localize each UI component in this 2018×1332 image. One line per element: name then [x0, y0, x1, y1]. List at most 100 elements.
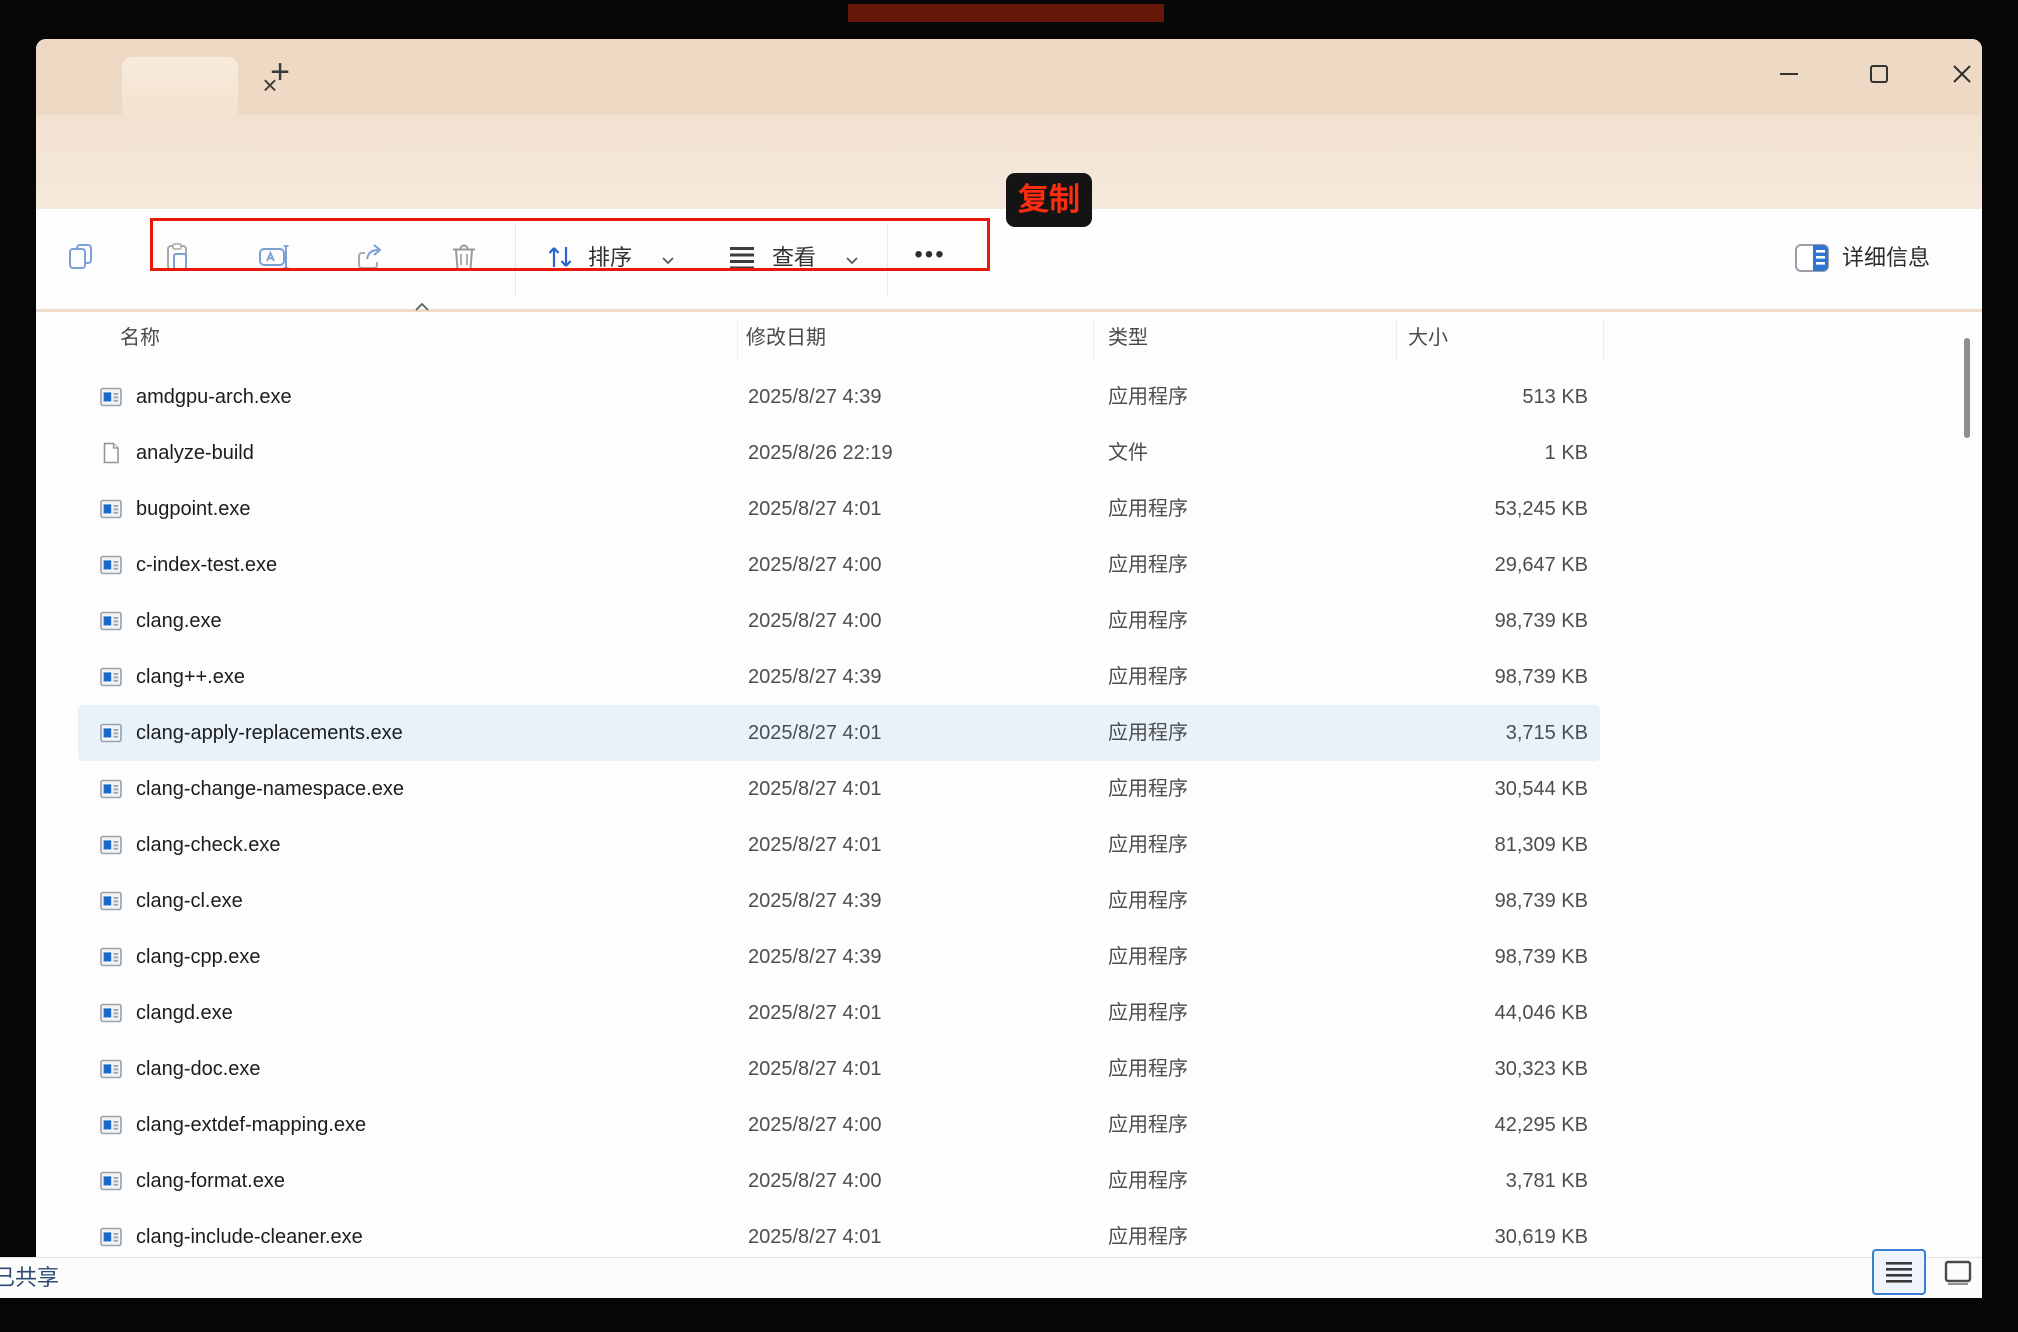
file-date-modified: 2025/8/27 4:39: [748, 649, 881, 705]
close-button[interactable]: [1930, 39, 1982, 109]
file-date-modified: 2025/8/27 4:39: [748, 369, 881, 425]
file-row[interactable]: clang-cpp.exe 2025/8/27 4:39 应用程序 98,739…: [78, 929, 1600, 985]
minimize-button[interactable]: [1757, 39, 1821, 109]
details-view-toggle[interactable]: [1872, 1249, 1926, 1295]
trash-icon: [450, 242, 478, 272]
column-header-type[interactable]: 类型: [1108, 316, 1148, 360]
file-icon: [100, 834, 122, 856]
paste-icon: [163, 242, 193, 272]
details-pane-button[interactable]: 详细信息: [1786, 231, 1982, 287]
file-icon: [100, 498, 122, 520]
file-size: 30,619 KB: [1288, 1209, 1588, 1257]
explorer-tab[interactable]: ×: [122, 57, 238, 115]
file-size: 53,245 KB: [1288, 481, 1588, 537]
file-row[interactable]: amdgpu-arch.exe 2025/8/27 4:39 应用程序 513 …: [78, 369, 1600, 425]
column-separator: [1396, 320, 1397, 360]
file-icon: [100, 1170, 122, 1192]
file-row[interactable]: clang++.exe 2025/8/27 4:39 应用程序 98,739 K…: [78, 649, 1600, 705]
toolbar-separator: [887, 223, 888, 297]
share-button[interactable]: [346, 231, 394, 283]
exe-file-icon: [100, 554, 122, 576]
file-type: 应用程序: [1108, 649, 1188, 705]
file-date-modified: 2025/8/27 4:39: [748, 873, 881, 929]
file-size: 44,046 KB: [1288, 985, 1588, 1041]
large-icons-view-toggle[interactable]: [1936, 1256, 1980, 1290]
file-name: clang-apply-replacements.exe: [136, 705, 403, 761]
copy-button[interactable]: [58, 231, 106, 283]
view-label: 查看: [772, 209, 816, 309]
file-size: 81,309 KB: [1288, 817, 1588, 873]
file-icon: [100, 1226, 122, 1248]
file-size: 1 KB: [1288, 425, 1588, 481]
file-type: 应用程序: [1108, 1209, 1188, 1257]
exe-file-icon: [100, 1002, 122, 1024]
file-row[interactable]: clang-extdef-mapping.exe 2025/8/27 4:00 …: [78, 1097, 1600, 1153]
paste-button[interactable]: [154, 231, 202, 283]
column-header-size[interactable]: 大小: [1408, 316, 1448, 360]
file-type: 应用程序: [1108, 705, 1188, 761]
exe-file-icon: [100, 722, 122, 744]
file-row[interactable]: clang-format.exe 2025/8/27 4:00 应用程序 3,7…: [78, 1153, 1600, 1209]
file-date-modified: 2025/8/27 4:01: [748, 705, 881, 761]
details-view-icon: [1885, 1259, 1913, 1285]
view-button[interactable]: [718, 231, 766, 283]
file-size: 3,715 KB: [1288, 705, 1588, 761]
exe-file-icon: [100, 890, 122, 912]
file-row[interactable]: clang-cl.exe 2025/8/27 4:39 应用程序 98,739 …: [78, 873, 1600, 929]
file-row[interactable]: bugpoint.exe 2025/8/27 4:01 应用程序 53,245 …: [78, 481, 1600, 537]
file-name: clang-doc.exe: [136, 1041, 261, 1097]
file-name: clang-extdef-mapping.exe: [136, 1097, 366, 1153]
file-icon: [100, 722, 122, 744]
file-size: 3,781 KB: [1288, 1153, 1588, 1209]
file-name: analyze-build: [136, 425, 254, 481]
file-name: clang.exe: [136, 593, 222, 649]
file-name: amdgpu-arch.exe: [136, 369, 292, 425]
file-row[interactable]: clang-apply-replacements.exe 2025/8/27 4…: [78, 705, 1600, 761]
file-row[interactable]: analyze-build 2025/8/26 22:19 文件 1 KB: [78, 425, 1600, 481]
toolbar-separator: [515, 223, 516, 297]
file-row[interactable]: clang-doc.exe 2025/8/27 4:01 应用程序 30,323…: [78, 1041, 1600, 1097]
file-size: 98,739 KB: [1288, 929, 1588, 985]
file-icon: [100, 1002, 122, 1024]
more-options-button[interactable]: •••: [904, 209, 956, 309]
exe-file-icon: [100, 666, 122, 688]
new-tab-button[interactable]: +: [264, 39, 296, 115]
column-separator: [1603, 320, 1604, 360]
exe-file-icon: [100, 1114, 122, 1136]
annotation-copy-badge: 复制: [1006, 173, 1092, 227]
file-name: clang-include-cleaner.exe: [136, 1209, 363, 1257]
column-header-date[interactable]: 修改日期: [746, 316, 826, 360]
file-name: clang-format.exe: [136, 1153, 285, 1209]
minimize-icon: [1777, 62, 1801, 86]
file-row[interactable]: clang-include-cleaner.exe 2025/8/27 4:01…: [78, 1209, 1600, 1257]
file-row[interactable]: clang.exe 2025/8/27 4:00 应用程序 98,739 KB: [78, 593, 1600, 649]
maximize-button[interactable]: [1847, 39, 1911, 109]
delete-button[interactable]: [440, 231, 488, 283]
file-type: 应用程序: [1108, 929, 1188, 985]
sort-button[interactable]: [536, 231, 584, 283]
file-icon: [100, 442, 122, 464]
chevron-down-icon: [660, 253, 676, 271]
file-type: 应用程序: [1108, 593, 1188, 649]
file-type: 应用程序: [1108, 1041, 1188, 1097]
close-icon: [1950, 62, 1974, 86]
file-name: clangd.exe: [136, 985, 233, 1041]
file-icon: [100, 554, 122, 576]
file-size: 30,544 KB: [1288, 761, 1588, 817]
file-icon: [100, 778, 122, 800]
file-row[interactable]: clang-check.exe 2025/8/27 4:01 应用程序 81,3…: [78, 817, 1600, 873]
file-name: bugpoint.exe: [136, 481, 251, 537]
file-type: 应用程序: [1108, 985, 1188, 1041]
file-row[interactable]: clang-change-namespace.exe 2025/8/27 4:0…: [78, 761, 1600, 817]
sort-label: 排序: [588, 209, 632, 309]
file-row[interactable]: clangd.exe 2025/8/27 4:01 应用程序 44,046 KB: [78, 985, 1600, 1041]
file-type: 应用程序: [1108, 761, 1188, 817]
vertical-scrollbar-thumb[interactable]: [1964, 338, 1970, 438]
column-header-name[interactable]: 名称: [120, 316, 160, 360]
file-date-modified: 2025/8/27 4:39: [748, 929, 881, 985]
maximize-icon: [1867, 62, 1891, 86]
rename-button[interactable]: [250, 231, 298, 283]
header-divider: [36, 309, 1982, 312]
file-type: 应用程序: [1108, 369, 1188, 425]
file-row[interactable]: c-index-test.exe 2025/8/27 4:00 应用程序 29,…: [78, 537, 1600, 593]
